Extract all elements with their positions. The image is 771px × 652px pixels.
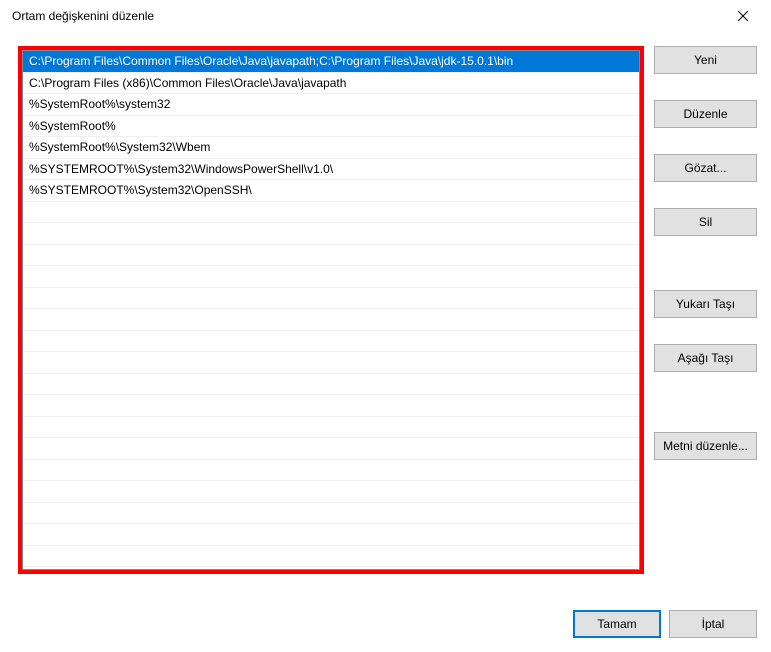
- edit-text-button[interactable]: Metni düzenle...: [654, 432, 757, 460]
- browse-button[interactable]: Gözat...: [654, 154, 757, 182]
- list-item[interactable]: %SystemRoot%: [23, 116, 639, 138]
- list-item[interactable]: [23, 395, 639, 417]
- list-item[interactable]: [23, 374, 639, 396]
- list-item[interactable]: [23, 503, 639, 525]
- list-item[interactable]: [23, 352, 639, 374]
- list-item[interactable]: [23, 417, 639, 439]
- list-highlight-frame: C:\Program Files\Common Files\Oracle\Jav…: [18, 46, 644, 574]
- dialog-content: C:\Program Files\Common Files\Oracle\Jav…: [0, 32, 771, 574]
- dialog-footer: Tamam İptal: [573, 610, 757, 638]
- close-button[interactable]: [723, 2, 763, 30]
- ok-button[interactable]: Tamam: [573, 610, 661, 638]
- list-item[interactable]: [23, 524, 639, 546]
- list-item[interactable]: [23, 223, 639, 245]
- list-item[interactable]: [23, 245, 639, 267]
- list-item[interactable]: [23, 202, 639, 224]
- close-icon: [738, 11, 748, 21]
- move-down-button[interactable]: Aşağı Taşı: [654, 344, 757, 372]
- list-item[interactable]: C:\Program Files\Common Files\Oracle\Jav…: [23, 51, 639, 73]
- move-up-button[interactable]: Yukarı Taşı: [654, 290, 757, 318]
- list-item[interactable]: [23, 481, 639, 503]
- list-item[interactable]: [23, 331, 639, 353]
- list-item[interactable]: [23, 546, 639, 568]
- list-item[interactable]: %SYSTEMROOT%\System32\WindowsPowerShell\…: [23, 159, 639, 181]
- list-item[interactable]: [23, 460, 639, 482]
- list-item[interactable]: [23, 438, 639, 460]
- cancel-button[interactable]: İptal: [669, 610, 757, 638]
- path-list[interactable]: C:\Program Files\Common Files\Oracle\Jav…: [22, 50, 640, 570]
- titlebar: Ortam değişkenini düzenle: [0, 0, 771, 32]
- window-title: Ortam değişkenini düzenle: [8, 9, 723, 23]
- list-item[interactable]: [23, 266, 639, 288]
- list-item[interactable]: [23, 309, 639, 331]
- list-item[interactable]: [23, 288, 639, 310]
- side-button-panel: Yeni Düzenle Gözat... Sil Yukarı Taşı Aş…: [654, 46, 757, 574]
- list-item[interactable]: %SystemRoot%\System32\Wbem: [23, 137, 639, 159]
- list-item[interactable]: %SYSTEMROOT%\System32\OpenSSH\: [23, 180, 639, 202]
- new-button[interactable]: Yeni: [654, 46, 757, 74]
- edit-button[interactable]: Düzenle: [654, 100, 757, 128]
- delete-button[interactable]: Sil: [654, 208, 757, 236]
- list-item[interactable]: C:\Program Files (x86)\Common Files\Orac…: [23, 73, 639, 95]
- list-item[interactable]: %SystemRoot%\system32: [23, 94, 639, 116]
